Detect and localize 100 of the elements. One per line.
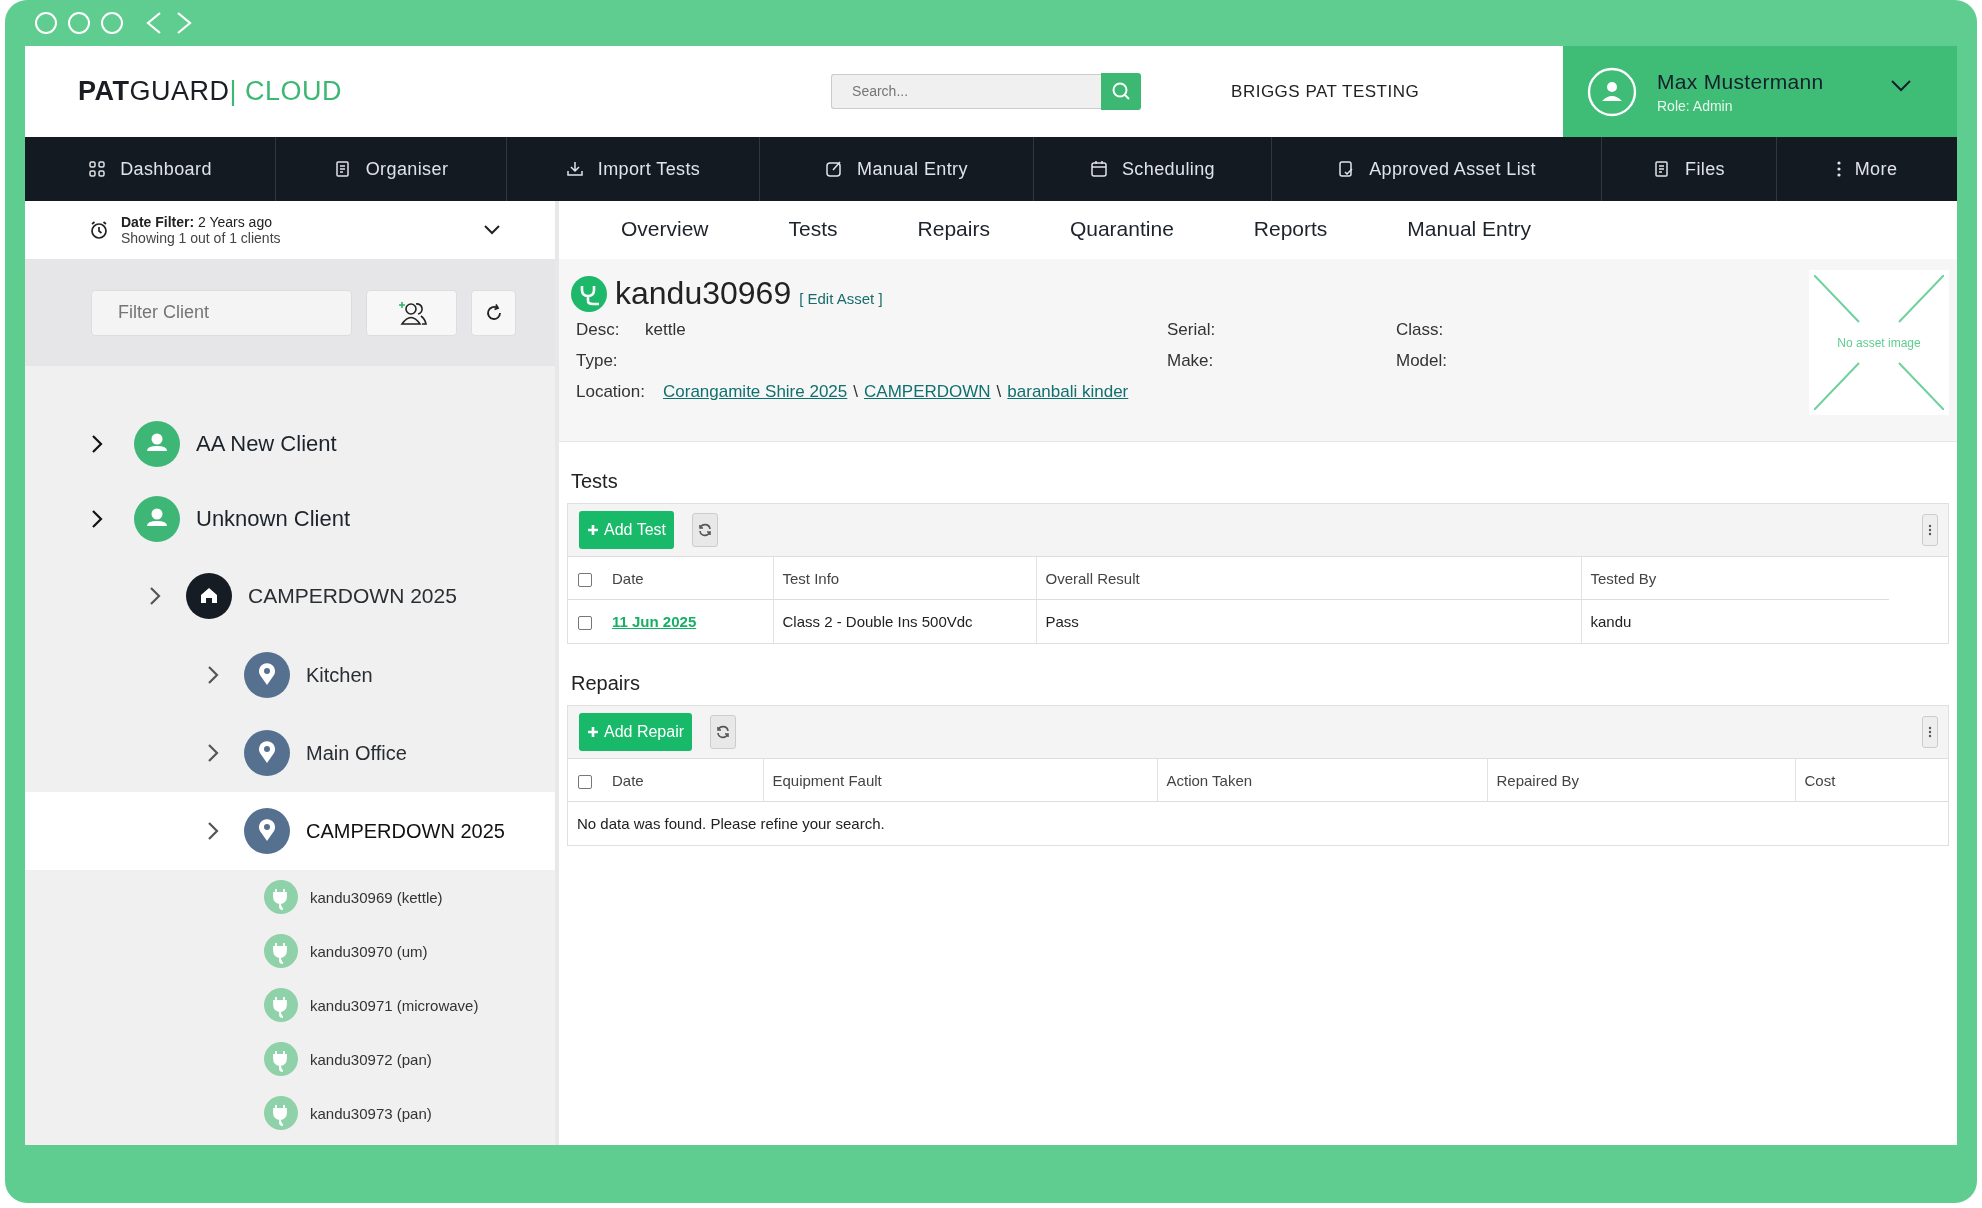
path-separator: \ bbox=[996, 382, 1002, 402]
checkbox[interactable] bbox=[578, 774, 592, 789]
person-icon bbox=[134, 495, 180, 542]
chevron-right-icon bbox=[148, 585, 162, 607]
no-image-label: No asset image bbox=[1837, 335, 1921, 350]
checklist-icon bbox=[1337, 160, 1356, 178]
date-filter[interactable]: Date Filter: 2 Years ago Showing 1 out of 1 clients bbox=[25, 201, 555, 259]
refresh-button[interactable] bbox=[471, 289, 516, 336]
chevron-right-icon bbox=[206, 664, 220, 686]
tree-label: CAMPERDOWN 2025 bbox=[248, 584, 457, 608]
tree-item[interactable]: CAMPERDOWN 2025 bbox=[25, 792, 555, 870]
refresh-icon bbox=[716, 725, 731, 739]
plus-icon bbox=[587, 726, 599, 738]
field-label: Serial: bbox=[1167, 320, 1217, 340]
avatar-icon bbox=[1587, 66, 1637, 117]
table-cell: kandu bbox=[1581, 599, 1889, 643]
edit-icon bbox=[825, 160, 844, 178]
chevron-down-icon bbox=[1890, 78, 1912, 93]
column-header[interactable]: Test Info bbox=[773, 557, 1036, 600]
nav-item[interactable]: Approved Asset List bbox=[1272, 137, 1602, 201]
column-header[interactable]: Repaired By bbox=[1487, 759, 1795, 802]
field-value: kettle bbox=[645, 320, 686, 340]
clock-icon bbox=[89, 220, 109, 240]
tab[interactable]: Reports bbox=[1249, 210, 1332, 250]
column-header[interactable]: Equipment Fault bbox=[763, 759, 1157, 802]
search-icon bbox=[1111, 81, 1132, 101]
tree-label: CAMPERDOWN 2025 bbox=[306, 819, 505, 843]
column-header[interactable]: Cost bbox=[1795, 759, 1948, 802]
person-icon bbox=[134, 420, 180, 467]
column-header[interactable]: Date bbox=[603, 759, 763, 802]
field-label: Class: bbox=[1396, 320, 1445, 340]
add-client-button[interactable] bbox=[366, 289, 457, 336]
tree-label: Kitchen bbox=[306, 663, 373, 687]
date-filter-label: Date Filter: 2 Years ago bbox=[121, 214, 273, 230]
plus-icon bbox=[587, 524, 599, 536]
company-name: BRIGGS PAT TESTING bbox=[1231, 81, 1420, 102]
chevron-right-icon bbox=[90, 432, 104, 455]
column-header[interactable]: Tested By bbox=[1581, 557, 1889, 600]
column-header[interactable]: Action Taken bbox=[1157, 759, 1487, 802]
user-role: Role: Admin bbox=[1657, 97, 1734, 114]
refresh-button[interactable] bbox=[691, 513, 718, 547]
field-label: Location: bbox=[576, 382, 645, 402]
chevron-right-icon bbox=[206, 820, 220, 842]
chevron-right-icon bbox=[90, 507, 104, 530]
tree-label: Unknown Client bbox=[196, 505, 351, 532]
user-name: Max Mustermann bbox=[1657, 69, 1824, 94]
filter-client-field[interactable]: Filter Client bbox=[91, 289, 352, 336]
nav-item[interactable]: Scheduling bbox=[1034, 137, 1272, 201]
section-title: Tests bbox=[571, 470, 619, 493]
edit-asset-link[interactable]: [ Edit Asset ] bbox=[799, 290, 883, 307]
map-pin-icon bbox=[244, 808, 290, 854]
kebab-icon bbox=[1928, 726, 1932, 738]
user-menu[interactable]: Max Mustermann Role: Admin bbox=[1563, 46, 1957, 137]
kebab-icon bbox=[1836, 161, 1841, 177]
grid-icon bbox=[88, 160, 107, 178]
field-label: Type: bbox=[576, 351, 619, 371]
tab[interactable]: Repairs bbox=[913, 210, 994, 250]
tree-label: kandu30971 (microwave) bbox=[310, 996, 479, 1014]
chevron-down-icon bbox=[483, 224, 501, 236]
location-link[interactable]: baranbali kinder bbox=[1007, 382, 1129, 402]
chevron-right-icon bbox=[206, 742, 220, 764]
field-label: Make: bbox=[1167, 351, 1215, 371]
nav-item[interactable]: More bbox=[1777, 137, 1957, 201]
tab[interactable]: Overview bbox=[617, 210, 713, 250]
table-cell: Pass bbox=[1036, 599, 1581, 643]
tab[interactable]: Quarantine bbox=[1065, 210, 1178, 250]
more-options-button[interactable] bbox=[1922, 716, 1938, 748]
nav-item[interactable]: Files bbox=[1602, 137, 1777, 201]
location-link[interactable]: Corangamite Shire 2025 bbox=[663, 382, 848, 402]
checkbox[interactable] bbox=[578, 616, 592, 630]
home-icon bbox=[186, 573, 232, 619]
logo: PATGUARD| CLOUD bbox=[78, 76, 343, 107]
refresh-button[interactable] bbox=[710, 715, 737, 749]
map-pin-icon bbox=[244, 730, 290, 776]
tree-label: kandu30972 (pan) bbox=[310, 1050, 432, 1068]
document-icon bbox=[333, 160, 352, 178]
checkbox[interactable] bbox=[578, 572, 592, 587]
tab[interactable]: Manual Entry bbox=[1403, 210, 1536, 250]
field-label: Model: bbox=[1396, 351, 1449, 371]
client-count: Showing 1 out of 1 clients bbox=[121, 230, 281, 246]
empty-message: No data was found. Please refine your search. bbox=[568, 801, 1948, 845]
tree-label: kandu30969 (kettle) bbox=[310, 888, 443, 906]
search-field[interactable]: Search... bbox=[831, 73, 1102, 109]
refresh-icon bbox=[697, 523, 712, 537]
tree-label: kandu30970 (um) bbox=[310, 942, 428, 960]
nav-item[interactable]: Manual Entry bbox=[760, 137, 1034, 201]
tree-label: AA New Client bbox=[196, 430, 337, 457]
column-header[interactable]: Overall Result bbox=[1036, 557, 1581, 600]
column-header[interactable]: Date bbox=[603, 557, 773, 600]
kebab-icon bbox=[1928, 524, 1932, 536]
download-icon bbox=[565, 160, 584, 178]
document-icon bbox=[1653, 160, 1671, 178]
tree-label: Main Office bbox=[306, 741, 407, 765]
location-link[interactable]: CAMPERDOWN bbox=[864, 382, 991, 402]
map-pin-icon bbox=[244, 652, 290, 698]
more-options-button[interactable] bbox=[1922, 514, 1938, 546]
field-label: Desc: bbox=[576, 320, 621, 340]
table-cell: Class 2 - Double Ins 500Vdc bbox=[773, 599, 1036, 643]
search-button[interactable] bbox=[1101, 72, 1142, 110]
tab[interactable]: Tests bbox=[784, 210, 842, 250]
